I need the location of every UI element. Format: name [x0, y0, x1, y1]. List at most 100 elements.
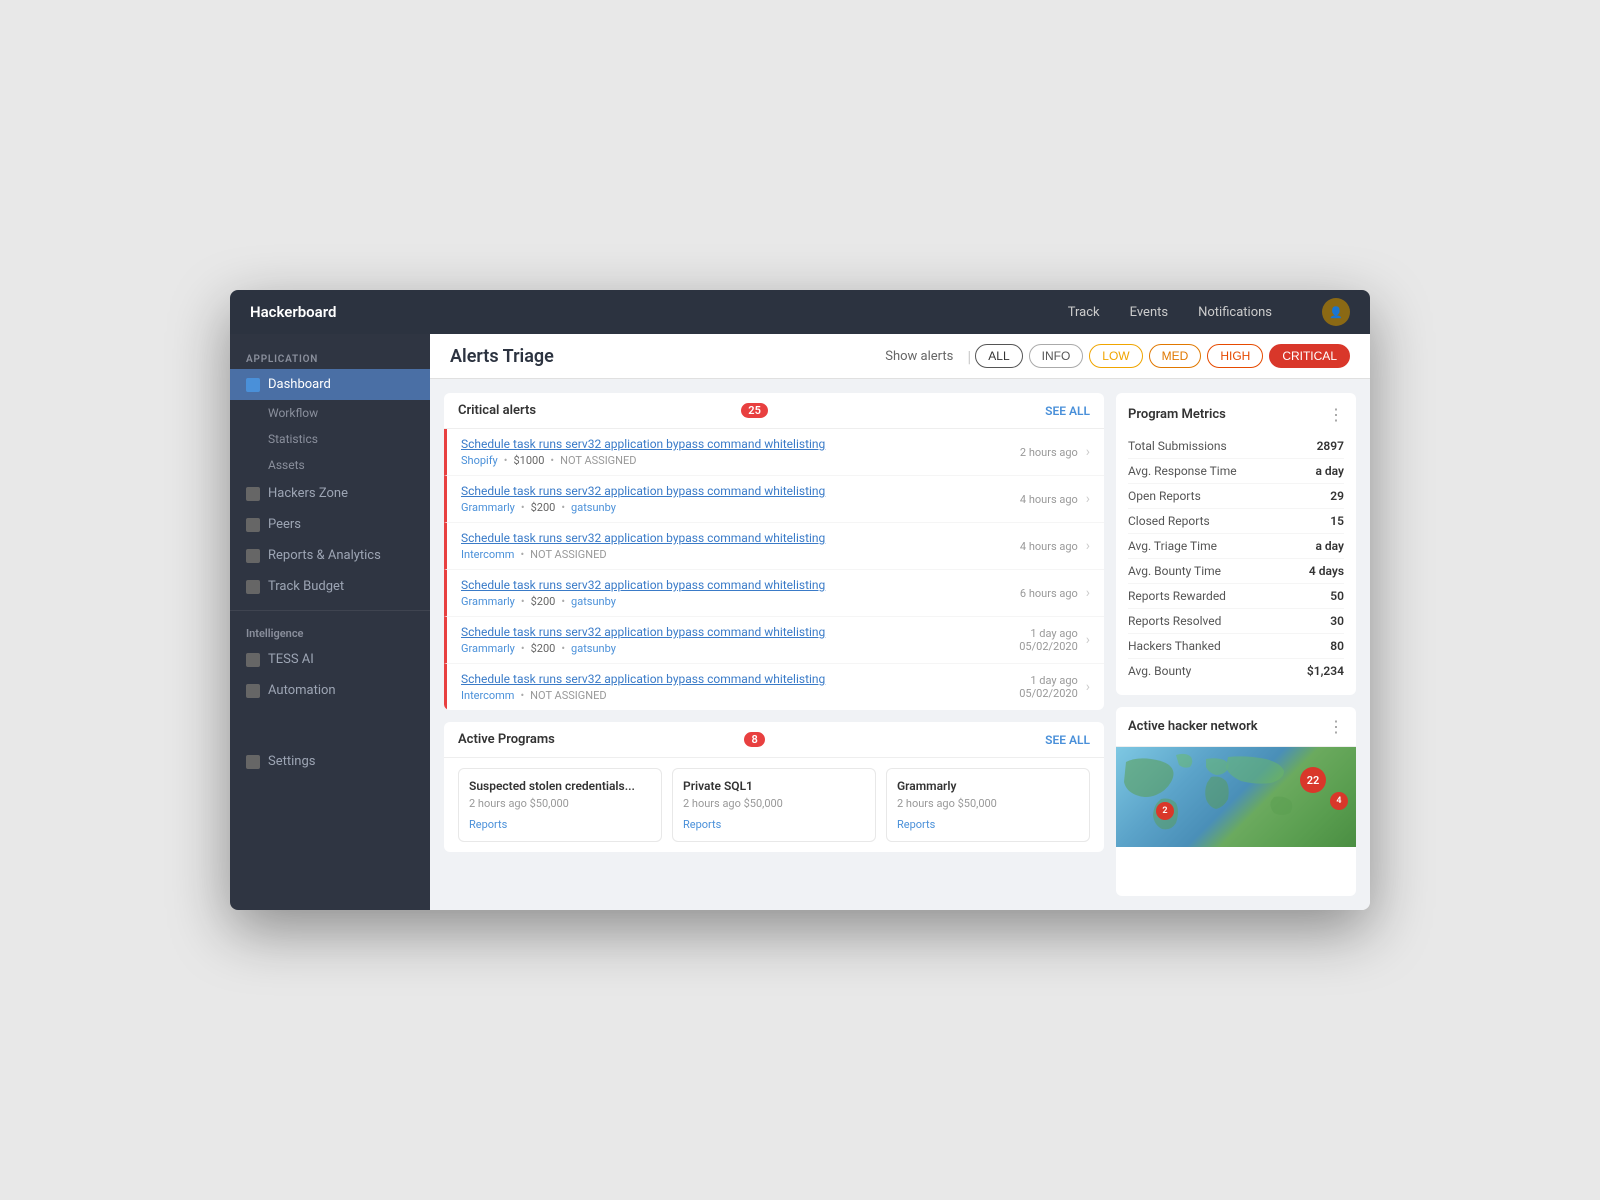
critical-alerts-title: Critical alerts: [458, 403, 735, 418]
filter-critical[interactable]: CRITICAL: [1269, 344, 1350, 368]
program-card: Suspected stolen credentials... 2 hours …: [458, 768, 662, 842]
alert-company: Intercomm: [461, 548, 514, 561]
metrics-title: Program Metrics: [1128, 407, 1328, 422]
peers-icon: [246, 518, 260, 532]
alert-meta: Grammarly • $200 • gatsunby: [461, 642, 998, 655]
programs-cards: Suspected stolen credentials... 2 hours …: [444, 758, 1104, 852]
metric-label: Total Submissions: [1128, 439, 1227, 453]
alert-title[interactable]: Schedule task runs serv32 application by…: [461, 672, 998, 686]
program-card-meta: 2 hours ago $50,000: [897, 797, 1079, 810]
alert-meta: Shopify • $1000 • NOT ASSIGNED: [461, 454, 998, 467]
alert-time: 1 day ago 05/02/2020: [998, 674, 1078, 700]
sidebar-divider: [230, 610, 430, 611]
automation-icon: [246, 684, 260, 698]
metric-label: Closed Reports: [1128, 514, 1210, 528]
alert-amount: $200: [531, 501, 556, 514]
filter-separator: |: [967, 347, 971, 366]
filter-high[interactable]: HIGH: [1207, 344, 1263, 368]
metric-label: Hackers Thanked: [1128, 639, 1221, 653]
program-card-footer[interactable]: Reports: [897, 818, 1079, 831]
metric-row-hackers-thanked: Hackers Thanked 80: [1128, 634, 1344, 659]
tess-ai-icon: [246, 653, 260, 667]
alert-time: 4 hours ago: [998, 540, 1078, 553]
sidebar-item-dashboard[interactable]: Dashboard: [230, 369, 430, 400]
content-area: Alerts Triage Show alerts | ALL INFO LOW…: [430, 334, 1370, 910]
alert-time: 6 hours ago: [998, 587, 1078, 600]
metric-label: Avg. Bounty: [1128, 664, 1191, 678]
page-header: Alerts Triage Show alerts | ALL INFO LOW…: [430, 334, 1370, 379]
metric-value: 80: [1330, 639, 1344, 653]
metric-row-open-reports: Open Reports 29: [1128, 484, 1344, 509]
alert-meta: Intercomm • NOT ASSIGNED: [461, 548, 998, 561]
hackers-zone-icon: [246, 487, 260, 501]
more-options-icon[interactable]: ⋮: [1328, 717, 1344, 736]
alert-row: Schedule task runs serv32 application by…: [444, 429, 1104, 476]
program-card-name: Suspected stolen credentials...: [469, 779, 651, 793]
program-card-footer[interactable]: Reports: [469, 818, 651, 831]
metric-value: a day: [1316, 464, 1345, 478]
programs-see-all[interactable]: SEE ALL: [1045, 733, 1090, 747]
sidebar-section-intelligence: Intelligence: [230, 619, 430, 644]
alert-info: Schedule task runs serv32 application by…: [461, 625, 998, 655]
sidebar-item-automation[interactable]: Automation: [230, 675, 430, 706]
alert-title[interactable]: Schedule task runs serv32 application by…: [461, 625, 998, 639]
program-card-footer[interactable]: Reports: [683, 818, 865, 831]
filter-low[interactable]: LOW: [1089, 344, 1142, 368]
top-nav-links: Track Events Notifications 👤: [1068, 298, 1350, 326]
alert-amount: $1000: [513, 454, 544, 467]
alert-title[interactable]: Schedule task runs serv32 application by…: [461, 484, 998, 498]
more-options-icon[interactable]: ⋮: [1328, 405, 1344, 424]
filter-med[interactable]: MED: [1149, 344, 1202, 368]
alert-time: 1 day ago 05/02/2020: [998, 627, 1078, 653]
nav-notifications[interactable]: Notifications: [1198, 305, 1272, 320]
sidebar-section-application: APPLICATION: [230, 346, 430, 369]
nav-events[interactable]: Events: [1130, 305, 1168, 320]
sidebar: APPLICATION Dashboard Workflow Statistic…: [230, 334, 430, 910]
alert-meta: Grammarly • $200 • gatsunby: [461, 595, 998, 608]
user-avatar[interactable]: 👤: [1322, 298, 1350, 326]
metric-row-closed-reports: Closed Reports 15: [1128, 509, 1344, 534]
chevron-right-icon[interactable]: ›: [1086, 491, 1090, 507]
top-nav: Hackerboard Track Events Notifications 👤: [230, 290, 1370, 334]
map-badge-extra: 2: [1156, 802, 1174, 820]
alert-info: Schedule task runs serv32 application by…: [461, 578, 998, 608]
metric-value: $1,234: [1307, 664, 1344, 678]
sidebar-item-tess-ai[interactable]: TESS AI: [230, 644, 430, 675]
chevron-right-icon[interactable]: ›: [1086, 538, 1090, 554]
sidebar-item-statistics[interactable]: Statistics: [230, 426, 430, 452]
map-area: 22 4 2: [1116, 747, 1356, 847]
metric-value: 15: [1330, 514, 1344, 528]
alert-assigned: NOT ASSIGNED: [560, 454, 636, 467]
main-layout: APPLICATION Dashboard Workflow Statistic…: [230, 334, 1370, 910]
sidebar-item-reports[interactable]: Reports & Analytics: [230, 540, 430, 571]
sidebar-item-hackers-zone[interactable]: Hackers Zone: [230, 478, 430, 509]
program-card: Grammarly 2 hours ago $50,000 Reports: [886, 768, 1090, 842]
chevron-right-icon[interactable]: ›: [1086, 444, 1090, 460]
dashboard-icon: [246, 378, 260, 392]
alert-title[interactable]: Schedule task runs serv32 application by…: [461, 578, 998, 592]
nav-track[interactable]: Track: [1068, 305, 1100, 320]
alert-info: Schedule task runs serv32 application by…: [461, 437, 998, 467]
alert-title[interactable]: Schedule task runs serv32 application by…: [461, 531, 998, 545]
left-panel: Critical alerts 25 SEE ALL Schedule task…: [444, 393, 1104, 896]
metric-row-reports-rewarded: Reports Rewarded 50: [1128, 584, 1344, 609]
sidebar-item-settings[interactable]: Settings: [230, 746, 430, 777]
critical-alerts-badge: 25: [741, 403, 768, 418]
filter-info[interactable]: INFO: [1029, 344, 1084, 368]
sidebar-item-workflow[interactable]: Workflow: [230, 400, 430, 426]
alert-row: Schedule task runs serv32 application by…: [444, 617, 1104, 664]
sidebar-item-assets[interactable]: Assets: [230, 452, 430, 478]
chevron-right-icon[interactable]: ›: [1086, 679, 1090, 695]
hacker-network-card: Active hacker network ⋮: [1116, 707, 1356, 896]
map-title: Active hacker network: [1128, 719, 1328, 734]
alert-meta: Grammarly • $200 • gatsunby: [461, 501, 998, 514]
sidebar-item-peers[interactable]: Peers: [230, 509, 430, 540]
metrics-header: Program Metrics ⋮: [1128, 405, 1344, 424]
alert-title[interactable]: Schedule task runs serv32 application by…: [461, 437, 998, 451]
sidebar-item-track-budget[interactable]: Track Budget: [230, 571, 430, 602]
filter-all[interactable]: ALL: [975, 344, 1022, 368]
critical-alerts-see-all[interactable]: SEE ALL: [1045, 404, 1090, 418]
metric-row-avg-triage: Avg. Triage Time a day: [1128, 534, 1344, 559]
chevron-right-icon[interactable]: ›: [1086, 632, 1090, 648]
chevron-right-icon[interactable]: ›: [1086, 585, 1090, 601]
